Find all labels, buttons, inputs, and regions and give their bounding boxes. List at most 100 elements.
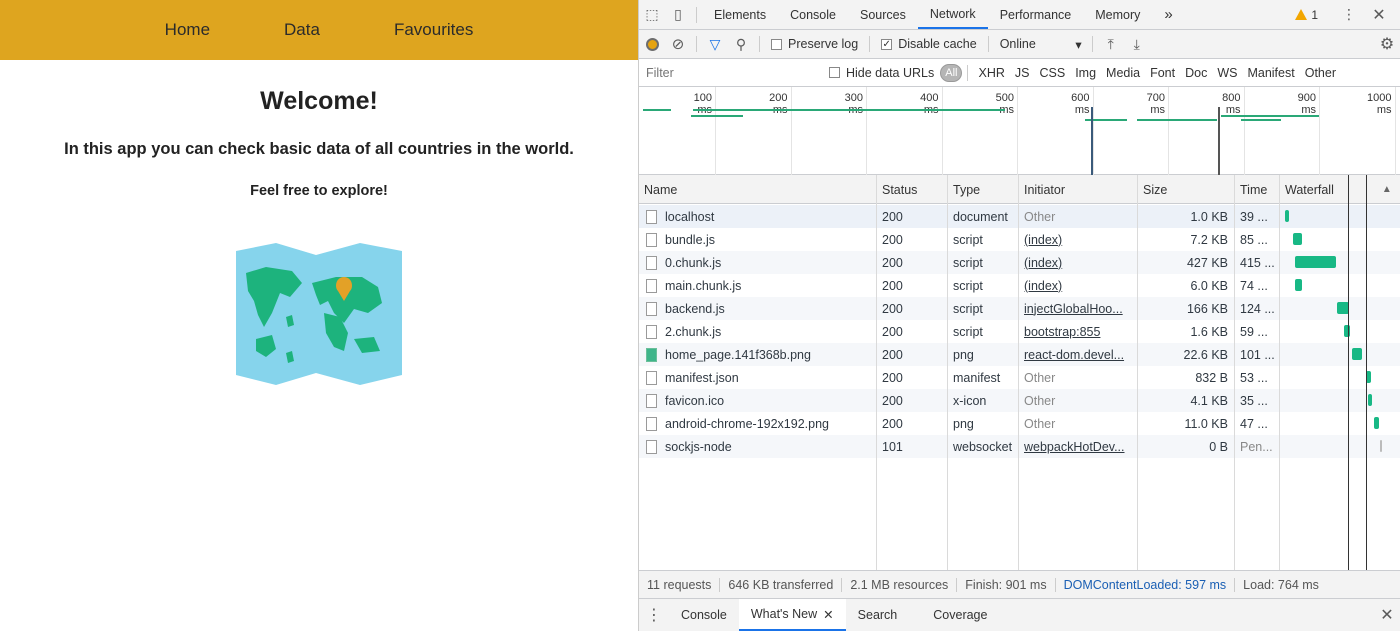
- tab-elements[interactable]: Elements: [702, 0, 778, 29]
- export-har-icon[interactable]: ⤓: [1124, 30, 1150, 58]
- filter-type-doc[interactable]: Doc: [1180, 66, 1212, 80]
- device-toolbar-icon[interactable]: ▯: [665, 0, 691, 29]
- import-har-icon[interactable]: ⤒: [1098, 30, 1124, 58]
- filter-type-js[interactable]: JS: [1010, 66, 1035, 80]
- tab-memory[interactable]: Memory: [1083, 0, 1152, 29]
- waterfall-bar[interactable]: [1352, 348, 1362, 360]
- filter-type-img[interactable]: Img: [1070, 66, 1101, 80]
- close-devtools-icon[interactable]: ✕: [1366, 5, 1392, 25]
- divider: [987, 36, 989, 52]
- filter-icon[interactable]: ▽: [702, 30, 728, 58]
- column-header-waterfall[interactable]: Waterfall ▲: [1280, 175, 1392, 204]
- cell-name[interactable]: 2.chunk.js: [639, 320, 875, 343]
- table-row[interactable]: backend.js 200 script injectGlobalHoo... 166…: [639, 297, 1400, 320]
- table-row[interactable]: main.chunk.js 200 script (index) 6.0 KB 74 ..…: [639, 274, 1400, 297]
- cell-initiator[interactable]: webpackHotDev...: [1019, 435, 1137, 458]
- filter-input[interactable]: [643, 62, 819, 83]
- drawer-tab-console[interactable]: Console: [669, 599, 739, 631]
- table-row[interactable]: home_page.141f368b.png 200 png react-dom.de…: [639, 343, 1400, 366]
- waterfall-bar[interactable]: [1295, 279, 1302, 291]
- table-row[interactable]: bundle.js 200 script (index) 7.2 KB 85 ...: [639, 228, 1400, 251]
- filter-type-other[interactable]: Other: [1300, 66, 1341, 80]
- warning-indicator[interactable]: 1 ⋮ ✕: [1295, 5, 1400, 25]
- disable-cache-checkbox[interactable]: ✓ Disable cache: [881, 37, 977, 51]
- column-header-status[interactable]: Status: [877, 175, 947, 204]
- close-tab-icon[interactable]: ✕: [823, 607, 833, 622]
- filter-type-css[interactable]: CSS: [1034, 66, 1070, 80]
- tab-sources[interactable]: Sources: [848, 0, 918, 29]
- cell-initiator[interactable]: bootstrap:855: [1019, 320, 1137, 343]
- cell-name[interactable]: favicon.ico: [639, 389, 875, 412]
- waterfall-bar[interactable]: [1380, 440, 1382, 452]
- cell-time: 85 ...: [1240, 232, 1268, 247]
- nav-home-link[interactable]: Home: [128, 20, 247, 40]
- cell-name[interactable]: home_page.141f368b.png: [639, 343, 875, 366]
- nav-data-link[interactable]: Data: [247, 20, 357, 40]
- cell-name[interactable]: manifest.json: [639, 366, 875, 389]
- divider: [869, 36, 871, 52]
- more-tabs-button[interactable]: »: [1152, 0, 1184, 29]
- table-row[interactable]: localhost 200 document Other 1.0 KB 39 ...: [639, 205, 1400, 228]
- cell-name[interactable]: backend.js: [639, 297, 875, 320]
- cell-name[interactable]: android-chrome-192x192.png: [639, 412, 875, 435]
- waterfall-bar[interactable]: [1295, 256, 1336, 268]
- preserve-log-checkbox[interactable]: Preserve log: [771, 37, 858, 51]
- cell-name[interactable]: main.chunk.js: [639, 274, 875, 297]
- cell-initiator[interactable]: (index): [1019, 274, 1137, 297]
- column-header-name[interactable]: Name: [639, 175, 875, 204]
- column-header-time[interactable]: Time: [1235, 175, 1279, 204]
- record-icon[interactable]: [639, 30, 665, 58]
- column-header-initiator[interactable]: Initiator: [1019, 175, 1137, 204]
- waterfall-bar[interactable]: [1293, 233, 1302, 245]
- column-header-type[interactable]: Type: [948, 175, 1018, 204]
- filter-type-ws[interactable]: WS: [1212, 66, 1242, 80]
- filter-type-all[interactable]: All: [940, 63, 963, 82]
- clear-icon[interactable]: ⊘: [665, 30, 691, 58]
- document-file-icon: [646, 301, 657, 316]
- filter-type-xhr[interactable]: XHR: [973, 66, 1009, 80]
- cell-initiator[interactable]: (index): [1019, 251, 1137, 274]
- drawer-menu-icon[interactable]: ⋮: [639, 599, 669, 631]
- timeline-activity-trace: [643, 109, 671, 111]
- tab-console[interactable]: Console: [778, 0, 848, 29]
- more-options-icon[interactable]: ⋮: [1336, 6, 1362, 23]
- tab-performance[interactable]: Performance: [988, 0, 1084, 29]
- column-header-size[interactable]: Size: [1138, 175, 1234, 204]
- cell-initiator[interactable]: (index): [1019, 228, 1137, 251]
- cell-size: 6.0 KB: [1190, 278, 1228, 293]
- drawer-tab-coverage[interactable]: Coverage: [921, 599, 999, 631]
- waterfall-bar[interactable]: [1374, 417, 1379, 429]
- settings-gear-icon[interactable]: ⚙: [1374, 30, 1400, 58]
- cell-name[interactable]: 0.chunk.js: [639, 251, 875, 274]
- table-row[interactable]: manifest.json 200 manifest Other 832 B 53 ...: [639, 366, 1400, 389]
- table-row[interactable]: favicon.ico 200 x-icon Other 4.1 KB 35 ...: [639, 389, 1400, 412]
- throttling-select[interactable]: Online ▾: [1000, 37, 1082, 52]
- cell-name[interactable]: localhost: [639, 205, 875, 228]
- drawer-tab-search[interactable]: Search: [846, 599, 910, 631]
- table-row[interactable]: android-chrome-192x192.png 200 png Other 11.…: [639, 412, 1400, 435]
- waterfall-bar[interactable]: [1285, 210, 1289, 222]
- cell-name[interactable]: bundle.js: [639, 228, 875, 251]
- search-icon[interactable]: ⚲: [728, 30, 754, 58]
- cell-initiator: Other: [1024, 416, 1056, 431]
- filter-type-font[interactable]: Font: [1145, 66, 1180, 80]
- table-row[interactable]: sockjs-node 101 websocket webpackHotDev... 0…: [639, 435, 1400, 458]
- inspect-element-icon[interactable]: ⬚: [639, 0, 665, 29]
- nav-favourites-link[interactable]: Favourites: [357, 20, 510, 40]
- cell-initiator[interactable]: react-dom.devel...: [1019, 343, 1137, 366]
- close-drawer-icon[interactable]: ✕: [1374, 599, 1400, 631]
- table-row[interactable]: 2.chunk.js 200 script bootstrap:855 1.6 KB 59…: [639, 320, 1400, 343]
- tab-network[interactable]: Network: [917, 0, 988, 29]
- filter-type-manifest[interactable]: Manifest: [1242, 66, 1299, 80]
- cell-initiator[interactable]: injectGlobalHoo...: [1019, 297, 1137, 320]
- table-row[interactable]: 0.chunk.js 200 script (index) 427 KB 415 ...: [639, 251, 1400, 274]
- disable-cache-label: Disable cache: [898, 37, 977, 51]
- waterfall-bar[interactable]: [1344, 325, 1350, 337]
- filter-type-media[interactable]: Media: [1101, 66, 1145, 80]
- waterfall-bar[interactable]: [1368, 394, 1372, 406]
- timeline-overview[interactable]: 100 ms 200 ms 300 ms 400 ms 500 ms 600 ms 700 …: [639, 87, 1400, 175]
- drawer-tab-whats-new[interactable]: What's New ✕: [738, 599, 846, 631]
- hide-data-urls-checkbox[interactable]: Hide data URLs: [829, 66, 934, 80]
- cell-size: 11.0 KB: [1184, 416, 1228, 431]
- cell-name[interactable]: sockjs-node: [639, 435, 875, 458]
